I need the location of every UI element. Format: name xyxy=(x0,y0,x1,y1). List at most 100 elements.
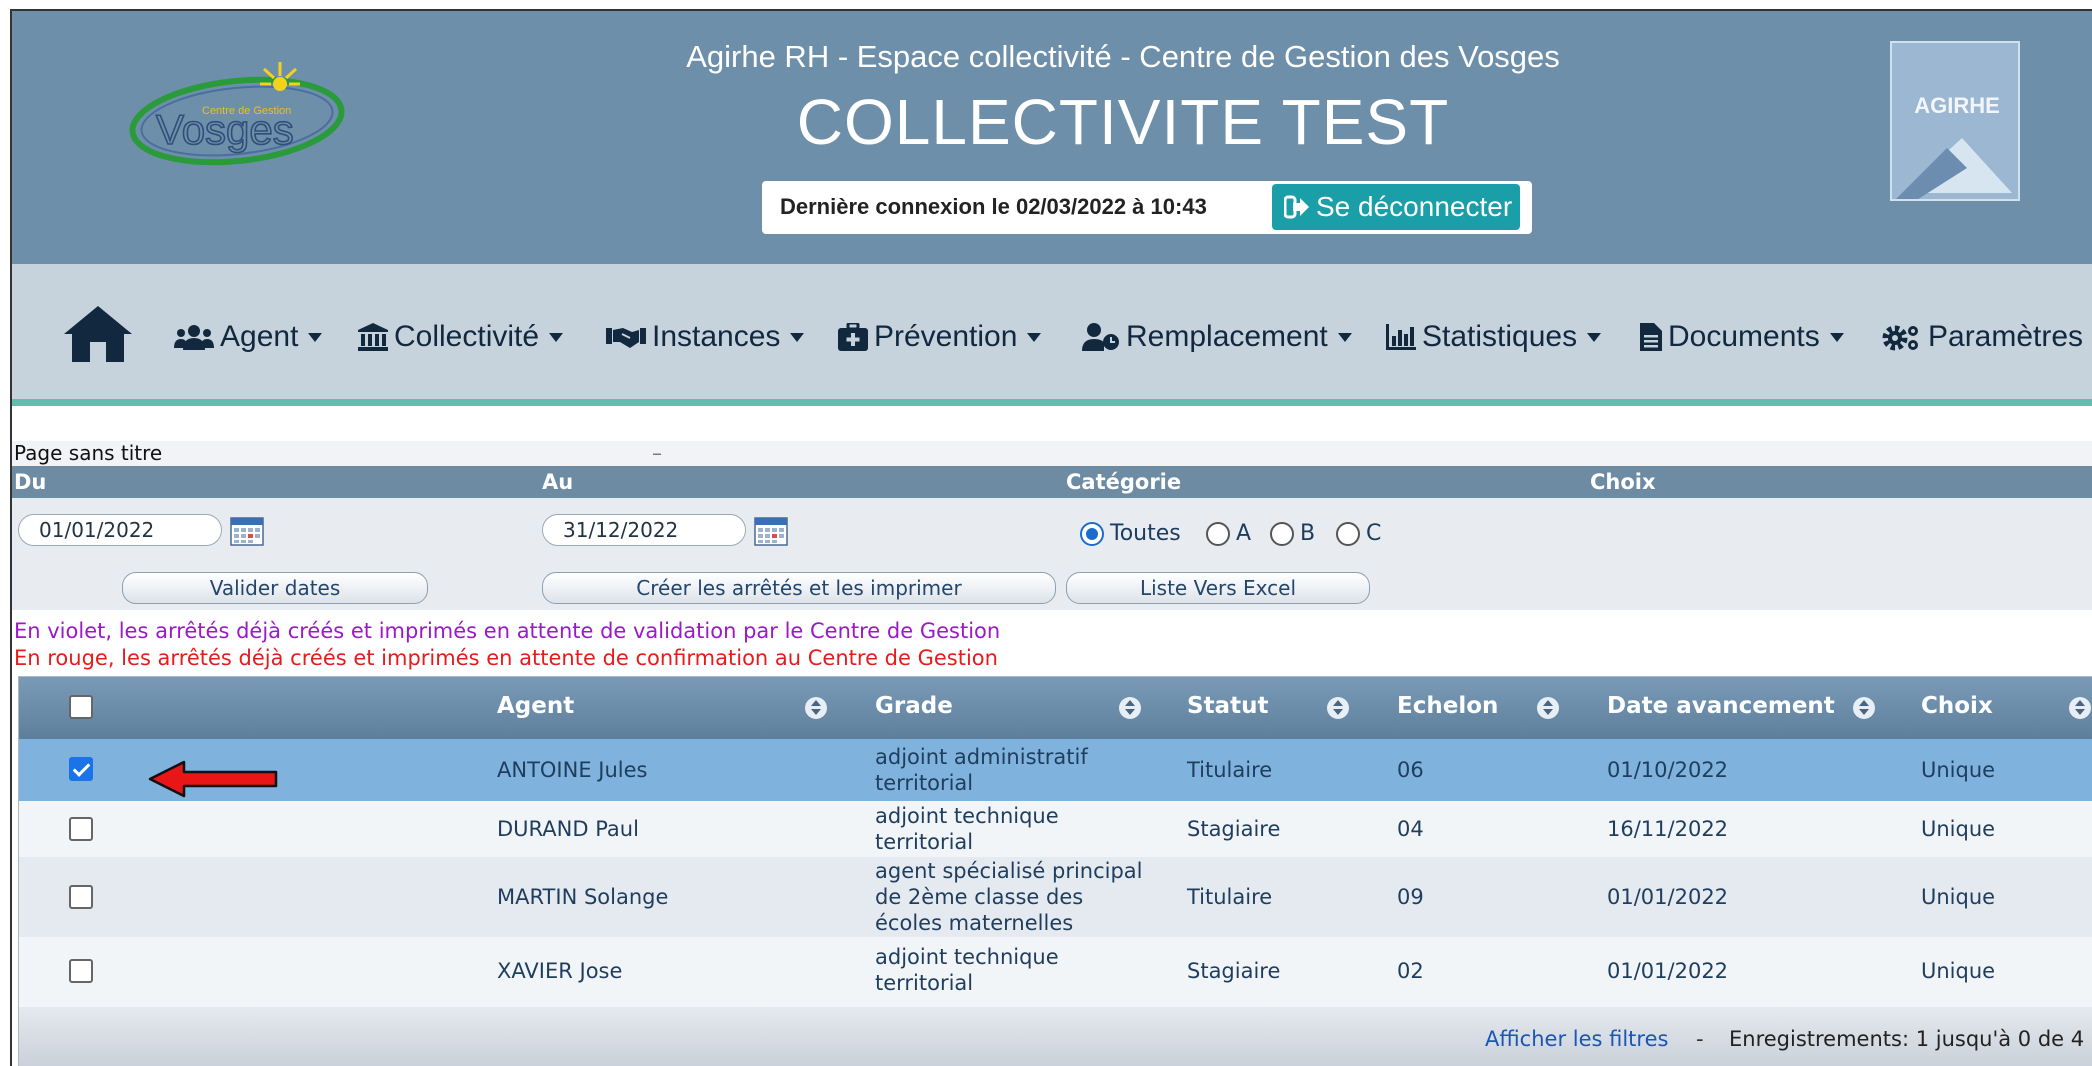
col-choix[interactable]: Choix xyxy=(1921,693,1993,719)
sort-icon[interactable] xyxy=(1853,697,1875,719)
cell-grade-line: adjoint administratif xyxy=(875,745,1088,769)
radio-dot xyxy=(1336,521,1360,546)
cell-choix: Unique xyxy=(1921,885,1996,909)
calendar-icon[interactable] xyxy=(754,516,788,550)
cell-date: 01/01/2022 xyxy=(1607,885,1729,909)
row-checkbox[interactable] xyxy=(69,885,93,909)
sort-icon[interactable] xyxy=(805,697,827,719)
cell-statut: Titulaire xyxy=(1187,885,1273,909)
sort-icon[interactable] xyxy=(2069,697,2091,719)
nav-statistiques-label: Statistiques xyxy=(1422,320,1578,353)
table-row[interactable]: ANTOINE Jules adjoint administratif terr… xyxy=(19,739,2092,801)
medkit-icon xyxy=(838,323,868,351)
nav-remplacement-label: Remplacement xyxy=(1126,320,1328,353)
cell-agent: XAVIER Jose xyxy=(497,959,623,983)
cell-grade-line: territorial xyxy=(875,830,974,854)
agirhe-logo: AGIRHE xyxy=(1890,41,2020,201)
cell-statut: Titulaire xyxy=(1187,758,1273,782)
chevron-down-icon xyxy=(1587,332,1602,342)
table-row[interactable]: DURAND Paul adjoint technique territoria… xyxy=(19,801,2092,857)
cell-grade-line: agent spécialisé principal xyxy=(875,859,1143,883)
logout-label: Se déconnecter xyxy=(1316,191,1513,222)
validate-dates-button[interactable]: Valider dates xyxy=(122,572,428,604)
user-clock-icon xyxy=(1082,323,1119,351)
radio-a-label: A xyxy=(1236,521,1252,546)
nav-parametres[interactable]: Paramètres xyxy=(1882,317,2092,357)
cell-echelon: 04 xyxy=(1397,817,1424,841)
row-checkbox[interactable] xyxy=(69,757,93,781)
cell-grade-line: territorial xyxy=(875,971,974,995)
cell-grade-line: de 2ème classe des xyxy=(875,885,1084,909)
cell-echelon: 02 xyxy=(1397,959,1424,983)
table-row[interactable]: MARTIN Solange agent spécialisé principa… xyxy=(19,857,2092,937)
nav-agent[interactable]: Agent xyxy=(174,317,323,357)
radio-c-label: C xyxy=(1366,521,1382,546)
nav-instances-label: Instances xyxy=(652,320,781,353)
nav-documents-label: Documents xyxy=(1668,320,1820,353)
radio-dot xyxy=(1206,521,1230,546)
sort-icon[interactable] xyxy=(1119,697,1141,719)
filter-row: 01/01/2022 31/12/2022 Toutes A B C Valid… xyxy=(12,498,2092,610)
institution-icon xyxy=(358,323,388,351)
filter-choix-label: Choix xyxy=(1590,470,1656,494)
row-checkbox[interactable] xyxy=(69,959,93,983)
col-echelon[interactable]: Echelon xyxy=(1397,693,1498,719)
row-checkbox[interactable] xyxy=(69,817,93,841)
show-filters-link[interactable]: Afficher les filtres xyxy=(1485,1027,1668,1051)
calendar-icon[interactable] xyxy=(230,516,264,550)
chevron-down-icon xyxy=(1027,332,1042,342)
chevron-down-icon xyxy=(308,332,323,342)
radio-a[interactable]: A xyxy=(1206,521,1251,546)
logout-button[interactable]: Se déconnecter xyxy=(1272,184,1520,230)
cell-choix: Unique xyxy=(1921,959,1996,983)
cell-date: 01/10/2022 xyxy=(1607,758,1729,782)
home-icon[interactable] xyxy=(62,302,134,368)
nav-instances[interactable]: Instances xyxy=(606,317,805,357)
radio-b[interactable]: B xyxy=(1270,521,1315,546)
grid-header: Agent Grade Statut Echelon Date avanceme… xyxy=(19,677,2092,739)
date-to-input[interactable]: 31/12/2022 xyxy=(542,514,746,546)
radio-toutes[interactable]: Toutes xyxy=(1080,521,1181,546)
sort-icon[interactable] xyxy=(1327,697,1349,719)
cell-agent: MARTIN Solange xyxy=(497,885,669,909)
col-agent[interactable]: Agent xyxy=(497,693,574,719)
date-from-input[interactable]: 01/01/2022 xyxy=(18,514,222,546)
nav-parametres-label: Paramètres xyxy=(1928,320,2084,353)
radio-toutes-label: Toutes xyxy=(1110,521,1181,546)
col-statut[interactable]: Statut xyxy=(1187,693,1268,719)
radio-dot xyxy=(1270,521,1294,546)
records-count: Enregistrements: 1 jusqu'à 0 de 4 xyxy=(1729,1027,2085,1051)
cell-echelon: 06 xyxy=(1397,758,1424,782)
header-subtitle: Agirhe RH - Espace collectivité - Centre… xyxy=(686,39,1560,74)
users-icon xyxy=(174,325,214,350)
cell-choix: Unique xyxy=(1921,817,1996,841)
handshake-icon xyxy=(606,328,646,348)
radio-c[interactable]: C xyxy=(1336,521,1381,546)
nav-documents[interactable]: Documents xyxy=(1640,317,1844,357)
radio-dot xyxy=(1080,521,1104,546)
nav-prevention[interactable]: Prévention xyxy=(838,317,1042,357)
col-grade[interactable]: Grade xyxy=(875,693,953,719)
legend-rouge: En rouge, les arrêtés déjà créés et impr… xyxy=(14,646,998,670)
gears-icon xyxy=(1882,325,1918,351)
page-title: Page sans titre – xyxy=(12,441,2092,466)
page-title-dash: – xyxy=(652,441,662,465)
excel-export-button[interactable]: Liste Vers Excel xyxy=(1066,572,1370,604)
last-login-text: Dernière connexion le 02/03/2022 à 10:43 xyxy=(780,194,1207,219)
annotation-arrow-icon xyxy=(148,759,280,803)
page-title-text: Page sans titre xyxy=(14,441,163,465)
nav-statistiques[interactable]: Statistiques xyxy=(1386,317,1602,357)
footer-separator: - xyxy=(1696,1027,1704,1051)
chevron-down-icon xyxy=(790,332,805,342)
chevron-down-icon xyxy=(1337,332,1352,342)
nav-collectivite[interactable]: Collectivité xyxy=(358,317,564,357)
col-date-avancement[interactable]: Date avancement xyxy=(1607,693,1835,719)
data-grid: Agent Grade Statut Echelon Date avanceme… xyxy=(18,676,2092,1066)
table-row[interactable]: XAVIER Jose adjoint technique territoria… xyxy=(19,937,2092,1007)
create-print-button[interactable]: Créer les arrêtés et les imprimer xyxy=(542,572,1056,604)
cell-echelon: 09 xyxy=(1397,885,1424,909)
nav-remplacement[interactable]: Remplacement xyxy=(1082,317,1352,357)
sort-icon[interactable] xyxy=(1537,697,1559,719)
grid-footer: Afficher les filtres - Enregistrements: … xyxy=(19,1007,2092,1066)
select-all-checkbox[interactable] xyxy=(69,695,93,719)
